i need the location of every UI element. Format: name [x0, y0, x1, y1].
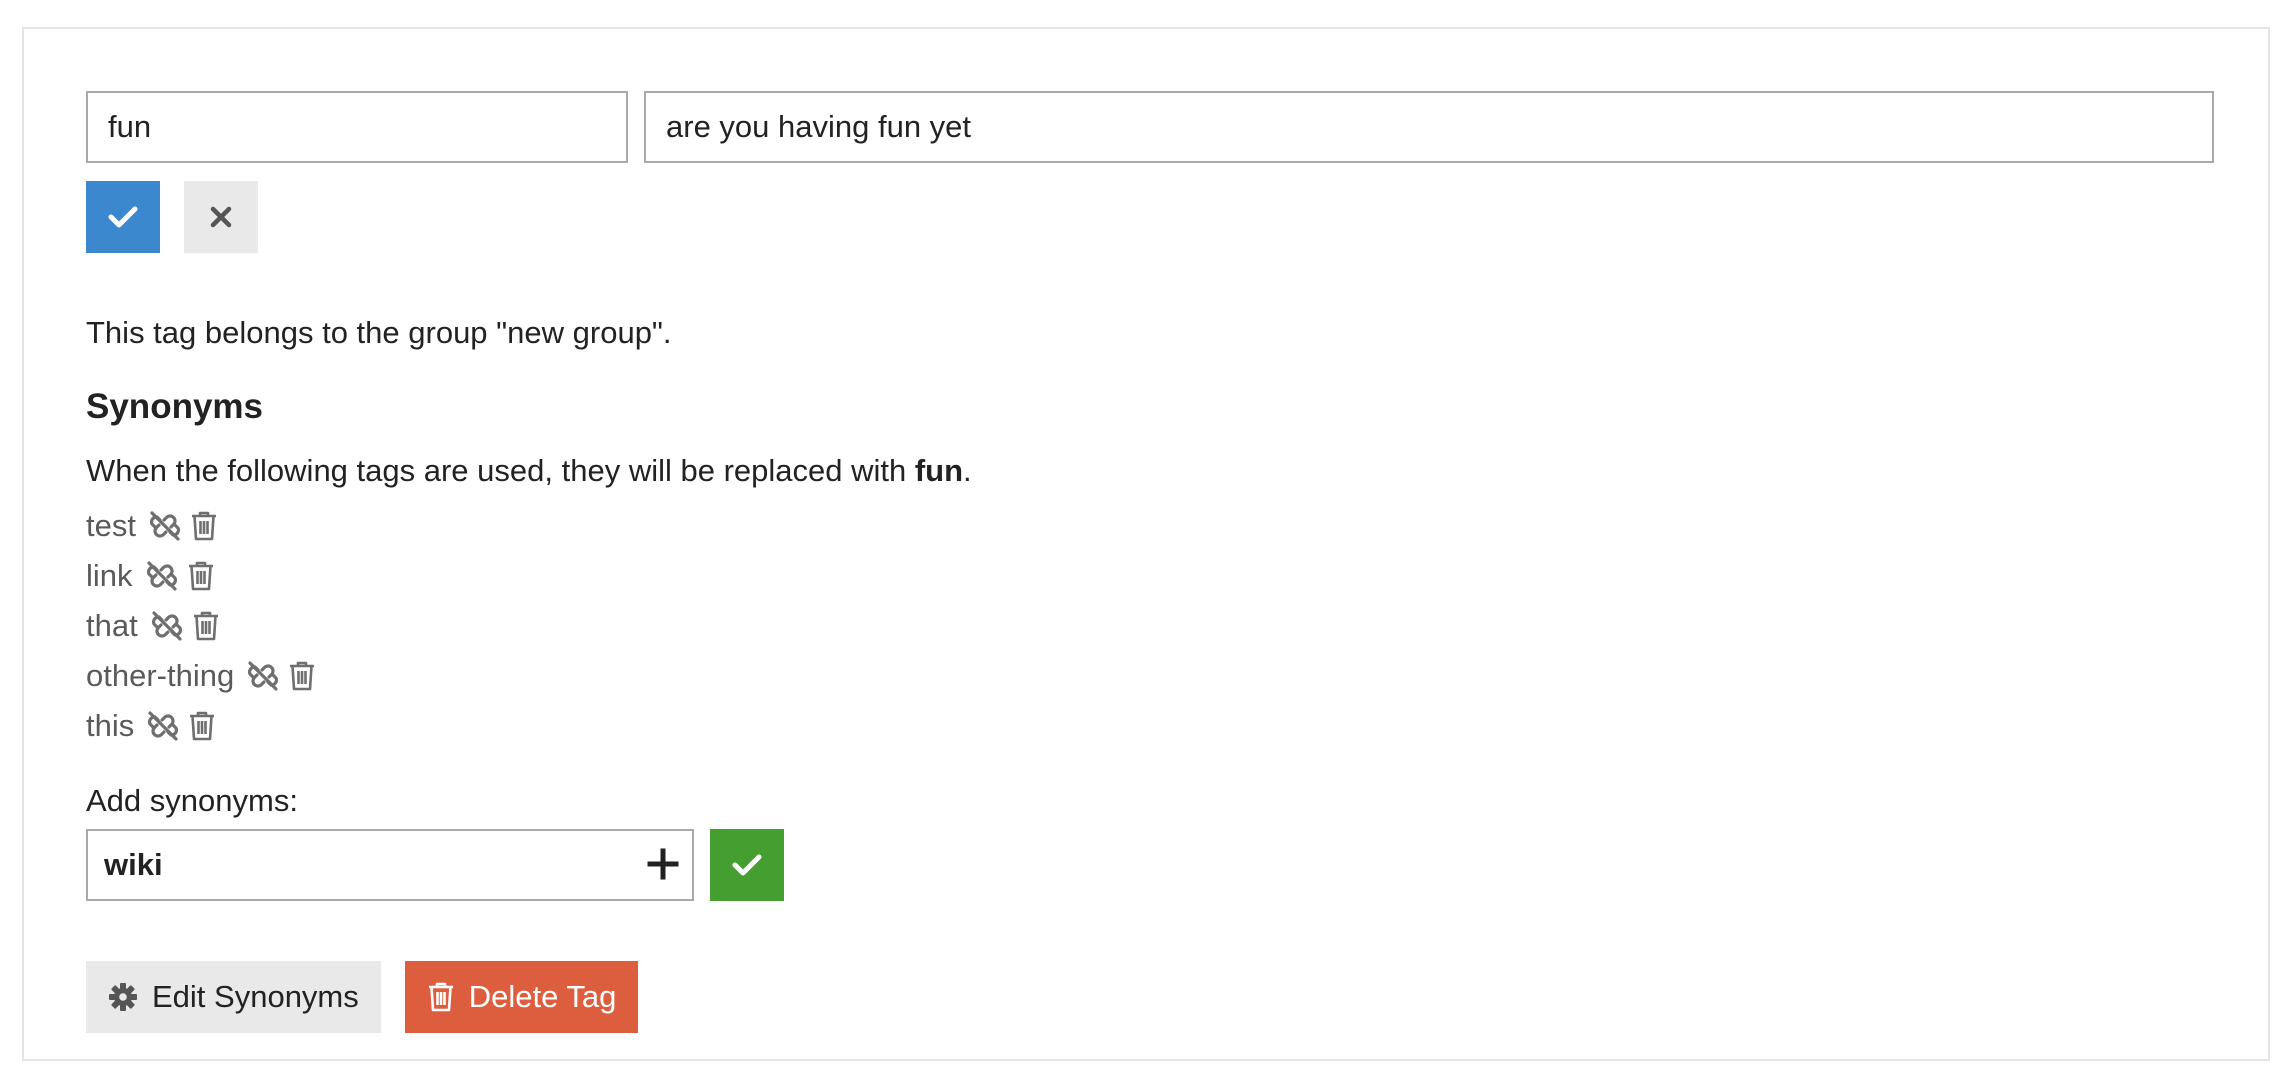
- synonyms-description-suffix: .: [963, 453, 972, 488]
- confirm-synonyms-button[interactable]: [710, 829, 784, 901]
- synonym-list: test link that other-thing this: [86, 501, 316, 751]
- add-synonyms-label: Add synonyms:: [86, 783, 298, 818]
- trash-icon[interactable]: [187, 560, 215, 592]
- trash-icon: [428, 982, 453, 1012]
- delete-tag-button[interactable]: Delete Tag: [404, 961, 639, 1033]
- trash-icon[interactable]: [288, 660, 316, 692]
- tag-group-info: This tag belongs to the group "new group…: [86, 315, 672, 350]
- tag-footer-actions: Edit Synonyms Delete Tag: [86, 961, 639, 1033]
- synonyms-description-prefix: When the following tags are used, they w…: [86, 453, 915, 488]
- synonym-item: other-thing: [86, 651, 316, 701]
- plus-icon[interactable]: [646, 847, 680, 886]
- add-synonyms-row: [86, 829, 784, 901]
- synonym-item: that: [86, 601, 316, 651]
- add-synonym-input[interactable]: [86, 829, 694, 901]
- tag-name-input[interactable]: [86, 91, 628, 163]
- cancel-edit-button[interactable]: [184, 181, 258, 253]
- synonym-label: this: [86, 708, 135, 743]
- unlink-icon[interactable]: [148, 510, 182, 542]
- tag-edit-actions: [86, 181, 258, 253]
- edit-synonyms-label: Edit Synonyms: [152, 979, 359, 1014]
- unlink-icon[interactable]: [150, 610, 184, 642]
- check-icon: [108, 206, 138, 228]
- unlink-icon[interactable]: [246, 660, 280, 692]
- synonym-item: test: [86, 501, 316, 551]
- save-tag-button[interactable]: [86, 181, 160, 253]
- delete-tag-label: Delete Tag: [468, 979, 617, 1014]
- synonym-label: other-thing: [86, 658, 235, 693]
- edit-synonyms-button[interactable]: Edit Synonyms: [86, 961, 381, 1033]
- unlink-icon[interactable]: [145, 560, 179, 592]
- trash-icon[interactable]: [192, 610, 220, 642]
- synonym-item: link: [86, 551, 316, 601]
- tag-description-input[interactable]: [644, 91, 2214, 163]
- synonym-label: that: [86, 608, 138, 643]
- synonyms-heading: Synonyms: [86, 387, 263, 426]
- trash-icon[interactable]: [190, 510, 218, 542]
- synonym-label: link: [86, 558, 133, 593]
- synonym-item: this: [86, 701, 316, 751]
- tag-edit-panel: This tag belongs to the group "new group…: [22, 27, 2270, 1061]
- trash-icon[interactable]: [188, 710, 216, 742]
- unlink-icon[interactable]: [146, 710, 180, 742]
- synonyms-description: When the following tags are used, they w…: [86, 453, 972, 489]
- add-synonym-field: [86, 829, 694, 901]
- close-icon: [210, 206, 232, 228]
- synonyms-target-tag: fun: [914, 453, 964, 488]
- check-icon: [732, 854, 762, 876]
- tag-fields-row: [86, 91, 2214, 163]
- synonym-label: test: [86, 508, 136, 543]
- gear-icon: [109, 983, 137, 1011]
